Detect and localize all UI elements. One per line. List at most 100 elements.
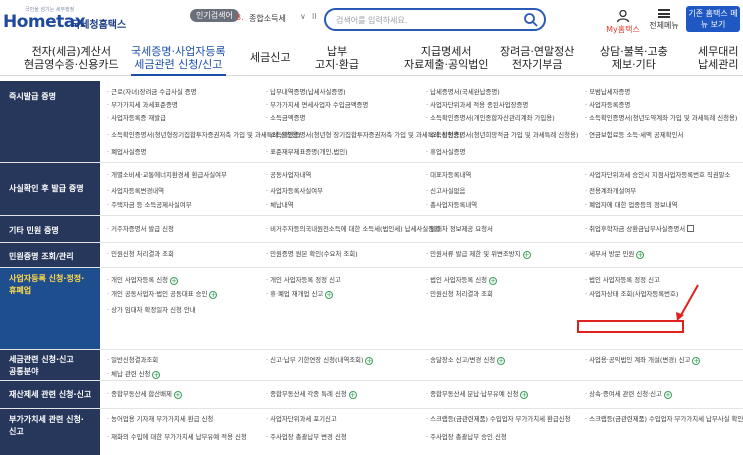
menu-link[interactable]: 세무서 방문 민원+ [585, 250, 645, 259]
menu-link[interactable]: 신고사실없음 [426, 187, 465, 196]
plus-circle-icon[interactable]: + [152, 371, 161, 379]
menu-link[interactable]: 종합부동산세 합산배제+ [107, 390, 182, 399]
menu-link[interactable]: 농어업용 기자재 부가가치세 환급 신청 [107, 415, 213, 424]
menu-link[interactable]: 사업자단위과세 포기신고 [266, 415, 337, 424]
menu-link[interactable]: 상속·증여세 관련 신청·신고+ [585, 390, 672, 399]
chevron-down-icon[interactable]: ∨ [300, 12, 306, 21]
menu-link[interactable]: 사업용·공익법인 계좌 개설(변경) 신고+ [585, 356, 701, 365]
menu-link[interactable]: 대표자등록내역 [426, 171, 471, 180]
menu-link[interactable]: 소득금액증명 [266, 114, 305, 123]
plus-circle-icon[interactable]: + [173, 391, 182, 399]
menu-link[interactable]: 소득확인증명서(청년희망적금 가입 및 과세특례 신청용) [426, 131, 578, 140]
menu-link[interactable]: 일대차 정보제공 요청서 [426, 225, 493, 234]
legacy-menu-button[interactable]: 기존 홈택스 메뉴 보기 [686, 6, 740, 32]
menu-link-label: 연금보험료등 소득·세액 공제확인서 [589, 131, 684, 139]
menu-link[interactable]: 사업자단위과세 승인시 지점사업자등록번호 직권말소 [585, 171, 730, 180]
menu-link-label: 개인 사업자등록 신청 [111, 276, 169, 284]
menu-link[interactable]: 공동사업자내역 [266, 171, 311, 180]
menu-link[interactable]: 민원증명 원본 확인(수요처 조회) [266, 250, 358, 259]
gnb-payment[interactable]: 납부 고지·환급 [315, 45, 359, 71]
menu-link[interactable]: 소득확인증명서(청년도약계좌 가입 및 과세특례 신청용) [585, 114, 737, 123]
menu-link[interactable]: 개인 공동사업자·법인 공동대표 승인+ [107, 290, 218, 299]
menu-link[interactable]: 재화의 수입에 대한 부가가치세 납부유예 적용 신청 [107, 433, 247, 442]
plus-circle-icon[interactable]: + [522, 251, 531, 259]
menu-link[interactable]: 민원신청 처리결과 조회 [426, 290, 493, 299]
menu-link[interactable]: 종합부동산세 각종 특례 신청+ [266, 390, 357, 399]
menu-link[interactable]: 사업자단위과세 적용 종된사업장증명 [426, 101, 528, 110]
gnb-label: 고지·환급 [315, 58, 359, 71]
hometax-logo[interactable]: 국민을 섬기는 세무행정 Hometax 국세청홈택스 [3, 6, 126, 34]
plus-circle-icon[interactable]: + [497, 357, 506, 365]
menu-link[interactable]: 표준재무제표증명(개인,법인) [266, 148, 348, 157]
menu-link[interactable]: 주택자금 등 소득공제사실여부 [107, 201, 192, 210]
menu-link[interactable]: 종합부동산세 분납·납부유예 신청+ [426, 390, 529, 399]
menu-link[interactable]: 개별소비세·교통에너지환경세 환급사실여부 [107, 171, 227, 180]
menu-link[interactable]: 일반신청결과조회 [107, 356, 158, 365]
external-link-icon[interactable] [687, 225, 695, 232]
menu-link[interactable]: 근로(자녀)장려금 수급사실 증명 [107, 88, 196, 97]
gnb-payment-statements[interactable]: 지급명세서 자료제출·공익법인 [404, 45, 488, 71]
search-icon[interactable] [523, 12, 539, 28]
menu-link[interactable]: 스크랩등(금관련제품) 수입업자 부가가치세 환급신청 [426, 415, 570, 424]
gnb-consultation[interactable]: 상담·불복·고충 제보·기타 [600, 45, 668, 71]
menu-link[interactable]: 부가가치세 과세표준증명 [107, 101, 178, 110]
menu-link[interactable]: 폐업자에 대한 업종등의 정보내역 [585, 201, 677, 210]
pause-icon[interactable]: ll [312, 12, 316, 21]
menu-link[interactable]: 취업후학자금 상환금납부사실증명서 [585, 225, 695, 234]
menu-link[interactable]: 사업자등록변경내역 [107, 187, 164, 196]
menu-link[interactable]: 신고·납부 기한연장 신청(내역조회)+ [266, 356, 374, 365]
gnb-certificate-registration[interactable]: 국세증명·사업자등록 세금관련 신청/신고 [131, 45, 226, 76]
gnb-tax-agent[interactable]: 세무대리 납세관리 [698, 45, 738, 71]
menu-link[interactable]: 주사업장 총괄납부 승인 신청 [426, 433, 507, 442]
menu-link[interactable]: 비거주자등의국내원천소득에 대한 소득세(법인세) 납세사실증명 [266, 225, 440, 234]
plus-circle-icon[interactable]: + [365, 357, 374, 365]
plus-circle-icon[interactable]: + [692, 357, 701, 365]
plus-circle-icon[interactable]: + [348, 391, 357, 399]
menu-link[interactable]: 주사업장 총괄납부 변경 신청 [266, 433, 347, 442]
menu-link[interactable]: 부가가치세 면세사업자 수입금액증명 [266, 101, 368, 110]
menu-link[interactable]: 총사업자등록내역 [426, 201, 477, 210]
menu-link[interactable]: 거주자증명서 발급 신청 [107, 225, 174, 234]
menu-link[interactable]: 납부내역증명(납세사실증명) [266, 88, 346, 97]
menu-link[interactable]: 스크랩등(금관련제품) 수입업자 부가가치세 납부사실 확인신청 [585, 415, 743, 424]
popular-search-item[interactable]: 종합소득세 [249, 13, 286, 24]
menu-link[interactable]: 개인 사업자등록 신청+ [107, 276, 179, 285]
menu-link[interactable]: 소득확인증명서(개인종합자산관리계좌 가입용) [426, 114, 555, 123]
menu-link[interactable]: 법인 사업자등록 신청+ [426, 276, 498, 285]
plus-circle-icon[interactable]: + [170, 277, 179, 285]
menu-link[interactable]: 연금보험료등 소득·세액 공제확인서 [585, 131, 683, 140]
gnb-tax-filing[interactable]: 세금신고 [250, 51, 290, 64]
plus-circle-icon[interactable]: + [520, 391, 529, 399]
menu-link-label: 비거주자등의국내원천소득에 대한 소득세(법인세) 납세사실증명 [270, 225, 440, 233]
plus-circle-icon[interactable]: + [325, 291, 334, 299]
menu-link[interactable]: 개인 사업자등록 정정 신고 [266, 276, 341, 285]
menu-link[interactable]: 폐업사실증명 [107, 148, 146, 157]
menu-link-label: 종합부동산세 분납·납부유예 신청 [430, 390, 519, 398]
menu-link[interactable]: 전용계좌개설여부 [585, 187, 636, 196]
hamburger-icon [658, 9, 670, 18]
gnb-incentives[interactable]: 장려금·연말정산 전자기부금 [500, 45, 574, 71]
menu-link[interactable]: 휴·폐업 재개업 신고+ [266, 290, 334, 299]
search-input[interactable] [336, 13, 516, 27]
menu-link-label: 총사업자등록내역 [430, 201, 478, 209]
menu-link[interactable]: 체납 관련 신청+ [107, 370, 161, 379]
menu-link[interactable]: 민원서류 발급 제한 및 위변조방지+ [426, 250, 531, 259]
all-menu-button[interactable]: 전체메뉴 [648, 9, 680, 37]
menu-link[interactable]: 사업자등록사실여부 [266, 187, 323, 196]
gnb-e-invoice[interactable]: 전자(세금)계산서 현금영수증·신용카드 [24, 45, 119, 71]
menu-link[interactable]: 체납내역 [266, 201, 294, 210]
menu-link[interactable]: 사업자등록증 재발급 [107, 114, 166, 123]
menu-link[interactable]: 민원신청 처리결과 조회 [107, 250, 174, 259]
gnb-label: 현금영수증·신용카드 [24, 58, 119, 71]
menu-link[interactable]: 납세증명서(국세완납증명) [426, 88, 500, 97]
menu-link[interactable]: 사업자등록증명 [585, 101, 630, 110]
menu-link[interactable]: 상가 임대차 확정일자 신청 안내 [107, 306, 196, 315]
plus-circle-icon[interactable]: + [636, 251, 645, 259]
plus-circle-icon[interactable]: + [663, 391, 672, 399]
menu-link[interactable]: 휴업사실증명 [426, 148, 465, 157]
menu-link[interactable]: 모범납세자증명 [585, 88, 630, 97]
plus-circle-icon[interactable]: + [489, 277, 498, 285]
menu-link[interactable]: 송달장소 신고/변경 신청+ [426, 356, 506, 365]
plus-circle-icon[interactable]: + [209, 291, 218, 299]
my-hometax-button[interactable]: My홈택스 [606, 9, 640, 37]
